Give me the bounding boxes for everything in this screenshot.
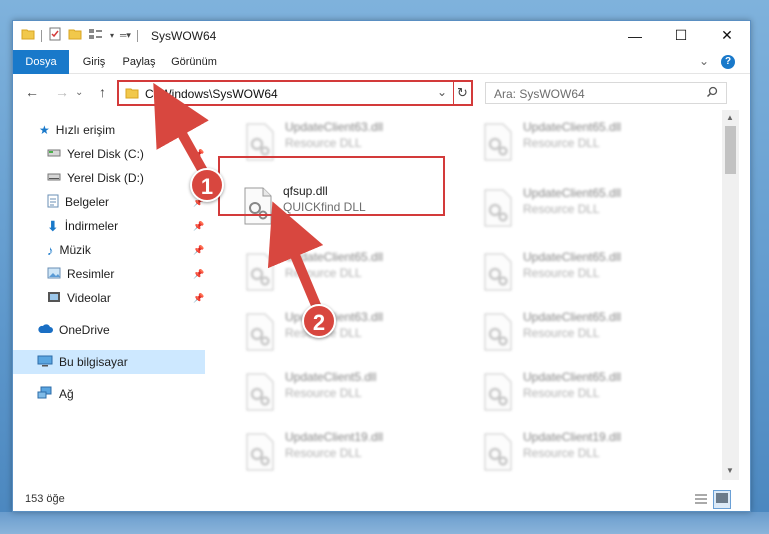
step-badge-2: 2 xyxy=(302,304,336,338)
arrow-to-file xyxy=(267,201,324,312)
step-badge-1: 1 xyxy=(190,168,224,202)
annotation-arrows xyxy=(153,82,324,312)
